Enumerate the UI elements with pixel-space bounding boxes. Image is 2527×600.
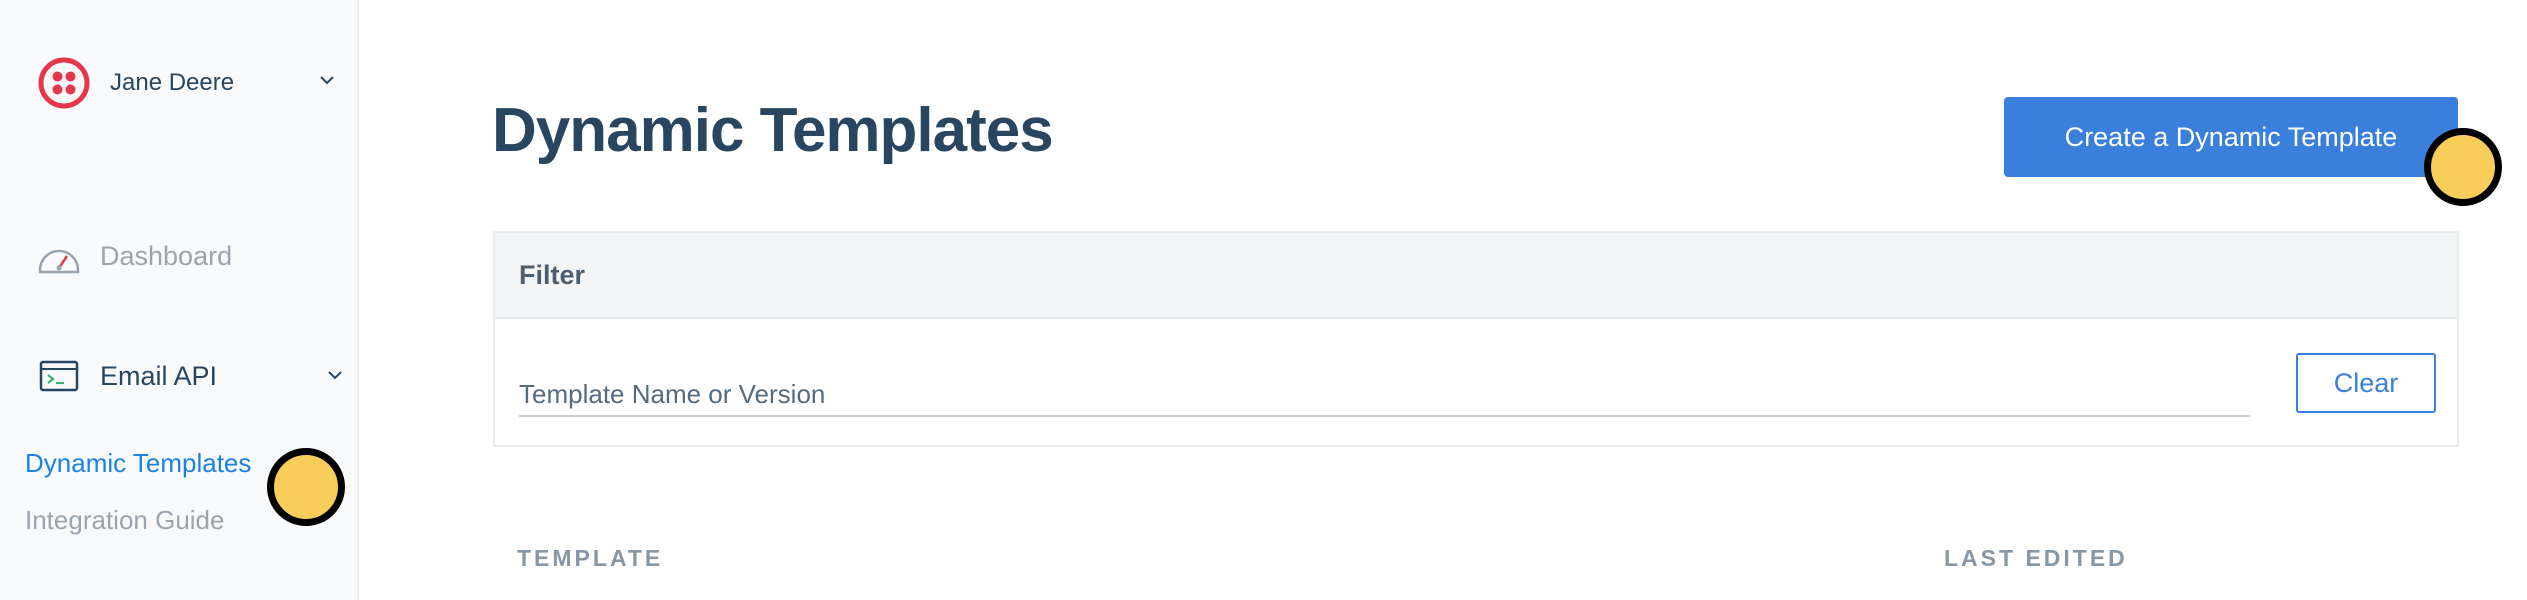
terminal-icon xyxy=(36,353,82,399)
page-title: Dynamic Templates xyxy=(492,96,1054,165)
account-switcher[interactable]: Jane Deere xyxy=(38,55,338,111)
sidebar-item-dashboard[interactable]: Dashboard xyxy=(36,228,346,284)
filter-panel: Filter Clear xyxy=(493,231,2459,447)
account-name: Jane Deere xyxy=(110,69,235,96)
filter-title: Filter xyxy=(519,259,586,290)
template-search-input[interactable] xyxy=(519,373,2250,417)
sidebar-item-label: Dashboard xyxy=(100,240,233,271)
sidebar-item-label: Email API xyxy=(100,360,218,391)
brand-logo-icon xyxy=(38,57,90,109)
chevron-down-icon[interactable] xyxy=(324,364,346,386)
sidebar-item-email-api[interactable]: Email API xyxy=(36,348,346,404)
sidebar-subitem-dynamic-templates[interactable]: Dynamic Templates xyxy=(25,448,251,479)
sidebar-subitem-integration-guide[interactable]: Integration Guide xyxy=(25,505,224,536)
filter-header: Filter xyxy=(495,233,2457,319)
click-marker xyxy=(2424,128,2502,206)
clear-button[interactable]: Clear xyxy=(2296,353,2436,413)
create-template-button[interactable]: Create a Dynamic Template xyxy=(2004,97,2458,177)
column-header-last-edited[interactable]: LAST EDITED xyxy=(1944,545,2128,572)
column-header-template[interactable]: TEMPLATE xyxy=(517,545,663,572)
click-marker xyxy=(267,448,345,526)
chevron-down-icon[interactable] xyxy=(316,69,338,91)
dashboard-gauge-icon xyxy=(36,233,82,279)
